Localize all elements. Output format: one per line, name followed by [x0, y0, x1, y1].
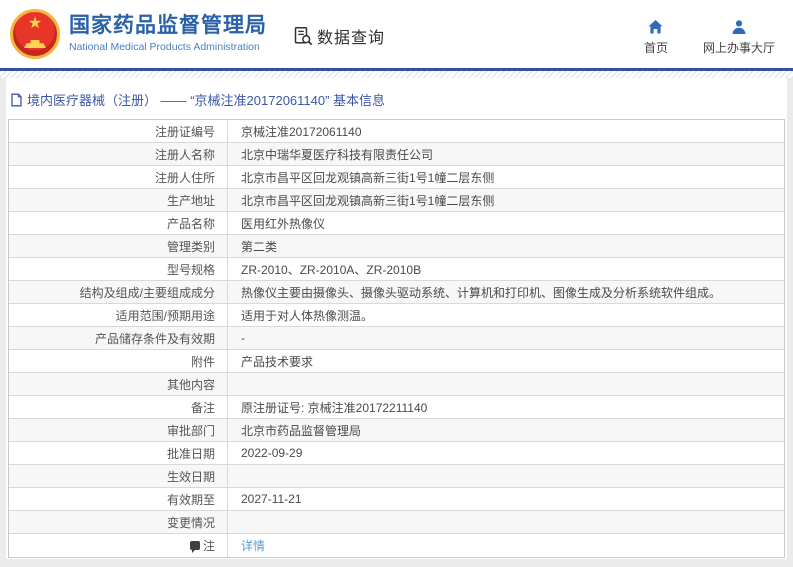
user-icon — [731, 18, 747, 35]
field-value — [228, 511, 784, 533]
header-nav: 首页 网上办事大厅 — [639, 18, 775, 56]
table-row: 注详情 — [9, 534, 784, 557]
field-label: 其他内容 — [9, 373, 228, 395]
table-row: 审批部门 北京市药品监督管理局 — [9, 419, 784, 442]
field-value: 适用于对人体热像测温。 — [241, 308, 374, 323]
field-label: 产品储存条件及有效期 — [9, 327, 228, 349]
field-value — [228, 465, 784, 487]
table-row: 生产地址 北京市昌平区回龙观镇高新三街1号1幢二层东侧 — [9, 189, 784, 212]
field-label: 注册人住所 — [9, 166, 228, 188]
table-row: 备注 原注册证号: 京械注准20172211140 — [9, 396, 784, 419]
org-name-en: National Medical Products Administration — [69, 41, 260, 53]
field-value: 医用红外热像仪 — [241, 216, 326, 231]
field-label: 生效日期 — [9, 465, 228, 487]
table-row: 产品储存条件及有效期 - — [9, 327, 784, 350]
field-value: 第二类 — [241, 239, 278, 254]
emblem-star-icon: ★ — [27, 15, 43, 32]
field-value: 详情 — [228, 534, 784, 557]
data-query-section-link[interactable]: 数据查询 — [293, 24, 385, 48]
field-value: ZR-2010、ZR-2010A、ZR-2010B — [241, 262, 422, 277]
table-row: 适用范围/预期用途 适用于对人体热像测温。 — [9, 304, 784, 327]
table-row: 附件 产品技术要求 — [9, 350, 784, 373]
data-query-icon — [293, 26, 313, 46]
main-area: 境内医疗器械（注册） —— “京械注准20172061140” 基本信息 注册证… — [0, 78, 793, 567]
field-label: 型号规格 — [9, 258, 228, 280]
field-value: 北京市药品监督管理局 — [241, 423, 362, 438]
field-label: 有效期至 — [9, 488, 228, 510]
field-label: 管理类别 — [9, 235, 228, 257]
org-title-block: 国家药品监督管理局 National Medical Products Admi… — [69, 14, 267, 54]
table-row: 有效期至 2027-11-21 — [9, 488, 784, 511]
field-label: 审批部门 — [9, 419, 228, 441]
table-row: 生效日期 — [9, 465, 784, 488]
org-name-zh: 国家药品监督管理局 — [69, 14, 267, 37]
nav-service-hall-label: 网上办事大厅 — [702, 41, 775, 55]
table-row: 管理类别 第二类 — [9, 235, 784, 258]
field-label: 备注 — [9, 396, 228, 418]
info-table: 注册证编号 京械注准20172061140 注册人名称 北京中瑞华夏医疗科技有限责任公… — [8, 119, 785, 558]
field-label: 变更情况 — [9, 511, 228, 533]
table-row: 产品名称 医用红外热像仪 — [9, 212, 784, 235]
field-value: 京械注准20172061140 — [241, 124, 362, 139]
table-row: 型号规格 ZR-2010、ZR-2010A、ZR-2010B — [9, 258, 784, 281]
field-label: 注 — [9, 534, 228, 557]
table-row: 注册人住所 北京市昌平区回龙观镇高新三街1号1幢二层东侧 — [9, 166, 784, 189]
table-row: 变更情况 — [9, 511, 784, 534]
field-value: 产品技术要求 — [241, 354, 314, 369]
field-value: 北京市昌平区回龙观镇高新三街1号1幢二层东侧 — [241, 170, 495, 185]
field-value: 2022-09-29 — [241, 446, 303, 460]
table-row: 注册人名称 北京中瑞华夏医疗科技有限责任公司 — [9, 143, 784, 166]
emblem-gate-icon — [24, 40, 46, 48]
breadcrumb: 境内医疗器械（注册） —— “京械注准20172061140” 基本信息 — [8, 78, 785, 119]
table-row: 结构及组成/主要组成成分 热像仪主要由摄像头、摄像头驱动系统、计算机和打印机、图像… — [9, 281, 784, 304]
content-card: 境内医疗器械（注册） —— “京械注准20172061140” 基本信息 注册证… — [6, 78, 787, 559]
note-bubble-icon — [189, 541, 200, 553]
field-label: 注册证编号 — [9, 120, 228, 142]
nav-home-label: 首页 — [643, 41, 668, 55]
table-row: 其他内容 — [9, 373, 784, 396]
breadcrumb-text: 境内医疗器械（注册） —— “京械注准20172061140” 基本信息 — [27, 93, 386, 108]
field-label: 产品名称 — [9, 212, 228, 234]
header-hatch-strip — [0, 71, 793, 78]
field-value: - — [241, 331, 245, 345]
table-row: 批准日期 2022-09-29 — [9, 442, 784, 465]
field-label: 生产地址 — [9, 189, 228, 211]
home-icon — [647, 18, 664, 35]
nmpa-emblem-logo[interactable]: ★ — [10, 9, 60, 59]
nav-home[interactable]: 首页 — [639, 18, 673, 56]
nav-service-hall[interactable]: 网上办事大厅 — [703, 18, 775, 56]
table-row: 注册证编号 京械注准20172061140 — [9, 120, 784, 143]
page-header: ★ 国家药品监督管理局 National Medical Products Ad… — [0, 0, 793, 68]
field-label: 批准日期 — [9, 442, 228, 464]
field-label: 结构及组成/主要组成成分 — [9, 281, 228, 303]
field-value: 北京市昌平区回龙观镇高新三街1号1幢二层东侧 — [241, 193, 495, 208]
field-value: 北京中瑞华夏医疗科技有限责任公司 — [241, 147, 434, 162]
field-value: 原注册证号: 京械注准20172211140 — [241, 400, 428, 415]
field-value: 热像仪主要由摄像头、摄像头驱动系统、计算机和打印机、图像生成及分析系统软件组成。 — [241, 285, 722, 300]
field-value: 2027-11-21 — [241, 492, 302, 506]
field-label: 注册人名称 — [9, 143, 228, 165]
data-query-label: 数据查询 — [317, 30, 386, 47]
field-label: 附件 — [9, 350, 228, 372]
field-value — [228, 373, 784, 395]
field-label: 适用范围/预期用途 — [9, 304, 228, 326]
details-link[interactable]: 详情 — [241, 537, 265, 554]
document-icon — [10, 93, 23, 107]
